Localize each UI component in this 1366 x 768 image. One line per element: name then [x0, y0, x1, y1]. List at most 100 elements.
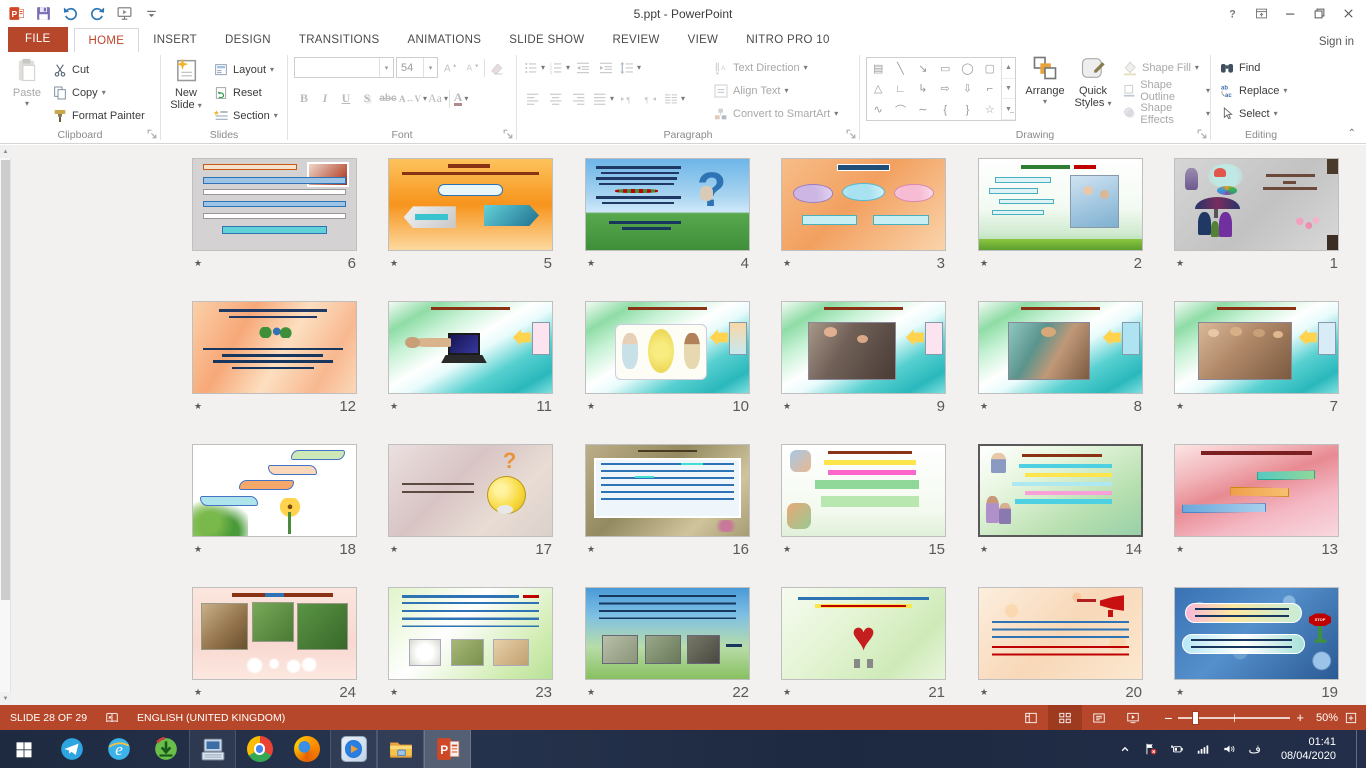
animation-star-indicator[interactable]: ★: [781, 401, 791, 412]
slide-sorter-view-button[interactable]: [1048, 705, 1082, 730]
animation-star-indicator[interactable]: ★: [781, 258, 791, 269]
clipboard-dialog-launcher[interactable]: [146, 128, 159, 141]
shape-arc[interactable]: ⌒: [889, 99, 911, 120]
tab-review[interactable]: REVIEW: [598, 28, 673, 52]
shape-left-brace[interactable]: {: [934, 99, 956, 120]
ltr-direction-button[interactable]: ¶: [617, 88, 637, 109]
paste-dropdown[interactable]: ▾: [4, 99, 50, 108]
paste-button[interactable]: Paste ▾: [4, 56, 50, 108]
shape-oval[interactable]: ◯: [956, 58, 978, 79]
slide-thumbnail-6[interactable]: [192, 158, 357, 251]
text-shadow-button[interactable]: S: [357, 88, 377, 109]
slide-thumbnail-1[interactable]: [1174, 158, 1339, 251]
shape-line[interactable]: ╲: [889, 58, 911, 79]
shrink-font-button[interactable]: A: [462, 57, 482, 78]
taskbar-app-file-explorer[interactable]: [377, 730, 424, 768]
italic-button[interactable]: I: [315, 88, 335, 109]
align-text-button[interactable]: Align Text▾: [713, 80, 789, 101]
qat-start-from-beginning[interactable]: [116, 5, 133, 22]
tray-flag-alert[interactable]: [1144, 742, 1158, 756]
clear-formatting-button[interactable]: [487, 57, 507, 78]
select-button[interactable]: Select▾: [1219, 103, 1278, 124]
section-button[interactable]: Section▾: [213, 105, 278, 126]
animation-star-indicator[interactable]: ★: [388, 544, 398, 555]
slide-thumbnail-7[interactable]: [1174, 301, 1339, 394]
font-size-combo[interactable]: 54▾: [396, 57, 438, 78]
slide-thumbnail-17[interactable]: ?: [388, 444, 553, 537]
tray-volume[interactable]: [1222, 742, 1236, 756]
animation-star-indicator[interactable]: ★: [978, 401, 988, 412]
zoom-in-button[interactable]: +: [1296, 710, 1304, 725]
taskbar-app-telegram[interactable]: [48, 730, 95, 768]
tab-file[interactable]: FILE: [8, 27, 68, 52]
justify-button[interactable]: ▾: [592, 88, 614, 109]
minimize-button[interactable]: [1283, 6, 1298, 21]
underline-button[interactable]: U: [336, 88, 356, 109]
slideshow-view-button[interactable]: [1116, 705, 1150, 730]
format-painter-button[interactable]: Format Painter: [52, 105, 145, 126]
slide-thumbnail-12[interactable]: [192, 301, 357, 394]
animation-star-indicator[interactable]: ★: [585, 258, 595, 269]
slide-thumbnail-15[interactable]: [781, 444, 946, 537]
language-status[interactable]: ENGLISH (UNITED KINGDOM): [137, 712, 285, 724]
start-button[interactable]: [0, 730, 48, 768]
tray-power[interactable]: [1170, 742, 1184, 756]
zoom-level[interactable]: 50%: [1304, 712, 1338, 724]
zoom-slider[interactable]: [1178, 717, 1290, 719]
align-right-button[interactable]: [569, 88, 589, 109]
layout-button[interactable]: Layout▾: [213, 59, 274, 80]
restore-button[interactable]: [1312, 6, 1327, 21]
input-language-indicator[interactable]: ف: [1248, 742, 1260, 756]
zoom-out-button[interactable]: −: [1164, 710, 1172, 726]
ribbon-options-button[interactable]: [1254, 6, 1269, 21]
animation-star-indicator[interactable]: ★: [781, 687, 791, 698]
decrease-indent-button[interactable]: [573, 57, 593, 78]
qat-save[interactable]: [35, 5, 52, 22]
slide-thumbnail-5[interactable]: [388, 158, 553, 251]
shape-right-brace[interactable]: }: [956, 99, 978, 120]
grow-font-button[interactable]: A: [440, 57, 460, 78]
animation-star-indicator[interactable]: ★: [388, 687, 398, 698]
tab-nitro-pro-10[interactable]: NITRO PRO 10: [732, 28, 843, 52]
slide-thumbnail-22[interactable]: [585, 587, 750, 680]
shape-scribble[interactable]: ∿: [867, 99, 889, 120]
animation-star-indicator[interactable]: ★: [978, 258, 988, 269]
bullets-button[interactable]: ▾: [523, 57, 545, 78]
animation-star-indicator[interactable]: ★: [1174, 401, 1184, 412]
text-direction-button[interactable]: AText Direction▾: [713, 57, 808, 78]
slide-thumbnail-14[interactable]: [978, 444, 1143, 537]
slide-thumbnail-20[interactable]: [978, 587, 1143, 680]
animation-star-indicator[interactable]: ★: [1174, 258, 1184, 269]
reset-button[interactable]: Reset: [213, 82, 262, 103]
animation-star-indicator[interactable]: ★: [978, 544, 988, 555]
animation-star-indicator[interactable]: ★: [192, 401, 202, 412]
close-button[interactable]: [1341, 6, 1356, 21]
animation-star-indicator[interactable]: ★: [978, 687, 988, 698]
taskbar-clock[interactable]: 01:41 08/04/2020: [1273, 735, 1344, 764]
animation-star-indicator[interactable]: ★: [585, 687, 595, 698]
shape-outline-button[interactable]: Shape Outline▾: [1122, 80, 1210, 101]
help-button[interactable]: ?: [1225, 6, 1240, 21]
animation-star-indicator[interactable]: ★: [192, 687, 202, 698]
shape-star[interactable]: ☆: [979, 99, 1001, 120]
shape-rounded-rectangle[interactable]: ▢: [979, 58, 1001, 79]
taskbar-app-media-player[interactable]: [330, 730, 377, 768]
align-center-button[interactable]: [546, 88, 566, 109]
slide-thumbnail-8[interactable]: [978, 301, 1143, 394]
convert-to-smartart-button[interactable]: Convert to SmartArt▾: [713, 103, 838, 124]
shape-text-box[interactable]: ▤: [867, 58, 889, 79]
slide-thumbnail-23[interactable]: [388, 587, 553, 680]
bold-button[interactable]: B: [294, 88, 314, 109]
taskbar-app-firefox[interactable]: [283, 730, 330, 768]
normal-view-button[interactable]: [1014, 705, 1048, 730]
animation-star-indicator[interactable]: ★: [1174, 544, 1184, 555]
shape-down-arrow[interactable]: ⇩: [956, 79, 978, 100]
animation-star-indicator[interactable]: ★: [585, 544, 595, 555]
tab-view[interactable]: VIEW: [674, 28, 733, 52]
taskbar-app-download-manager[interactable]: [142, 730, 189, 768]
slide-thumbnail-21[interactable]: ♥: [781, 587, 946, 680]
taskbar-app-remote-keyboard[interactable]: [189, 730, 236, 768]
reading-view-button[interactable]: [1082, 705, 1116, 730]
tab-transitions[interactable]: TRANSITIONS: [285, 28, 394, 52]
quick-styles-button[interactable]: QuickStyles ▾: [1070, 54, 1116, 110]
